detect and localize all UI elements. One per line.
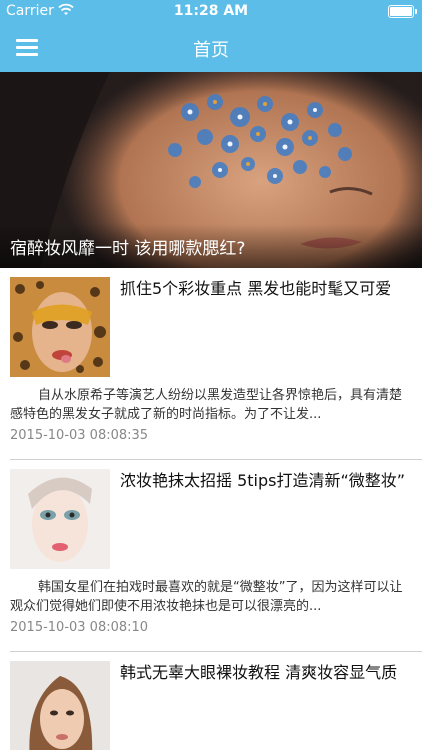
article-thumbnail bbox=[10, 469, 110, 569]
article-thumbnail bbox=[10, 661, 110, 750]
top-bar: Carrier 11:28 AM 首页 bbox=[0, 0, 422, 72]
article-summary: 韩国女星们在拍戏时最喜欢的就是“微整妆”了，因为这样可以让观众们觉得她们即使不用… bbox=[10, 580, 403, 614]
article-title[interactable]: 韩式无辜大眼裸妆教程 清爽妆容显气质 bbox=[120, 662, 416, 684]
clock-time: 11:28 AM bbox=[173, 3, 249, 19]
article-summary: 自从水原希子等演艺人纷纷以黑发造型让各界惊艳后，具有清楚感特色的黑发女子就成了新… bbox=[10, 388, 403, 422]
status-bar: Carrier 11:28 AM bbox=[0, 0, 422, 24]
article-item[interactable]: 抓住5个彩妆重点 黑发也能时髦又可爱 自从水原希子等演艺人纷纷以黑发造型让各界惊… bbox=[0, 268, 422, 460]
article-title[interactable]: 抓住5个彩妆重点 黑发也能时髦又可爱 bbox=[120, 278, 416, 300]
article-item[interactable]: 韩式无辜大眼裸妆教程 清爽妆容显气质 bbox=[0, 652, 422, 750]
hero-banner[interactable]: 宿醉妆风靡一时 该用哪款腮红? bbox=[0, 72, 422, 268]
article-title[interactable]: 浓妆艳抹太招摇 5tips打造清新“微整妆” bbox=[120, 470, 416, 492]
page-title: 首页 bbox=[193, 40, 229, 61]
article-item[interactable]: 浓妆艳抹太招摇 5tips打造清新“微整妆” 韩国女星们在拍戏时最喜欢的就是“微… bbox=[0, 460, 422, 652]
article-date: 2015-10-03 08:08:10 bbox=[10, 620, 149, 635]
article-thumbnail bbox=[10, 277, 110, 377]
battery-icon bbox=[388, 5, 417, 18]
navigation-bar: 首页 bbox=[0, 24, 422, 72]
article-date: 2015-10-03 08:08:35 bbox=[10, 428, 149, 443]
hero-caption-text: 宿醉妆风靡一时 该用哪款腮红? bbox=[10, 239, 246, 259]
hero-caption: 宿醉妆风靡一时 该用哪款腮红? bbox=[0, 224, 422, 268]
